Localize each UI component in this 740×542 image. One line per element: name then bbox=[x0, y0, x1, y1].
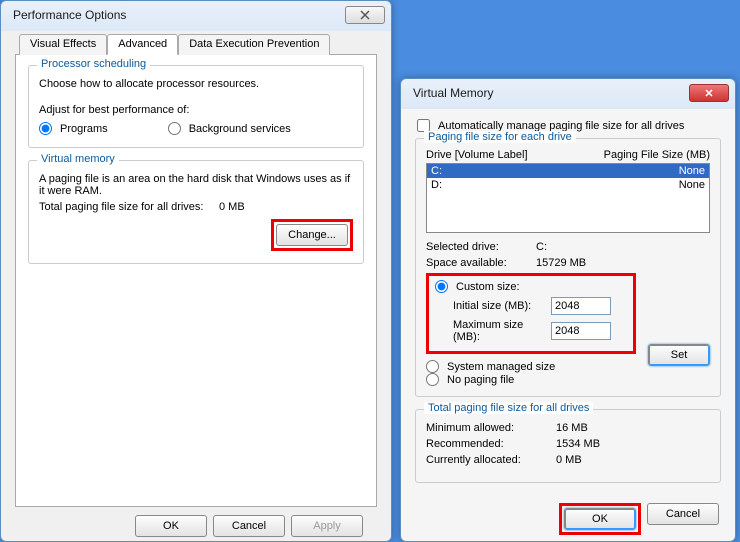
radio-programs-input[interactable] bbox=[39, 122, 52, 135]
group-title: Paging file size for each drive bbox=[424, 131, 576, 143]
currently-allocated-value: 0 MB bbox=[556, 454, 582, 466]
recommended-value: 1534 MB bbox=[556, 438, 600, 450]
radio-nopf-input[interactable] bbox=[426, 373, 439, 386]
radio-custom-label: Custom size: bbox=[456, 281, 520, 293]
space-available-value: 15729 MB bbox=[536, 257, 586, 269]
drive-cell: C: bbox=[431, 165, 679, 177]
cancel-button[interactable]: Cancel bbox=[213, 515, 285, 537]
col-size: Paging File Size (MB) bbox=[604, 149, 710, 161]
group-title: Processor scheduling bbox=[37, 58, 150, 70]
performance-options-window: Performance Options Visual Effects Advan… bbox=[0, 0, 392, 542]
radio-bgservices-label: Background services bbox=[189, 123, 291, 135]
list-item[interactable]: C: None bbox=[427, 164, 709, 178]
size-cell: None bbox=[679, 179, 705, 191]
virtual-memory-group: Virtual memory A paging file is an area … bbox=[28, 160, 364, 264]
close-button[interactable]: ✕ bbox=[689, 84, 729, 102]
apply-button[interactable]: Apply bbox=[291, 515, 363, 537]
total-group: Total paging file size for all drives Mi… bbox=[415, 409, 721, 483]
col-drive: Drive [Volume Label] bbox=[426, 149, 604, 161]
drive-cell: D: bbox=[431, 179, 679, 191]
proc-desc: Choose how to allocate processor resourc… bbox=[39, 78, 353, 90]
titlebar[interactable]: Virtual Memory ✕ bbox=[401, 79, 735, 107]
highlight-change: Change... bbox=[271, 219, 353, 251]
radio-bgservices[interactable]: Background services bbox=[168, 122, 291, 135]
min-allowed-label: Minimum allowed: bbox=[426, 422, 556, 434]
tab-bar: Visual Effects Advanced Data Execution P… bbox=[15, 33, 377, 55]
tab-dep[interactable]: Data Execution Prevention bbox=[178, 34, 330, 55]
space-available-label: Space available: bbox=[426, 257, 536, 269]
highlight-ok: OK bbox=[559, 503, 641, 535]
radio-programs[interactable]: Programs bbox=[39, 122, 108, 135]
group-title: Virtual memory bbox=[37, 153, 119, 165]
vm-total-label: Total paging file size for all drives: bbox=[39, 201, 219, 213]
radio-programs-label: Programs bbox=[60, 123, 108, 135]
radio-nopf-label: No paging file bbox=[447, 374, 514, 386]
close-icon bbox=[360, 10, 370, 20]
radio-no-paging-file[interactable]: No paging file bbox=[426, 373, 710, 386]
selected-drive-value: C: bbox=[536, 241, 547, 253]
dialog-buttons: OK Cancel bbox=[415, 495, 721, 535]
initial-size-label: Initial size (MB): bbox=[435, 300, 545, 312]
vm-desc: A paging file is an area on the hard dis… bbox=[39, 173, 353, 197]
ok-button[interactable]: OK bbox=[135, 515, 207, 537]
radio-custom-input[interactable] bbox=[435, 280, 448, 293]
radio-sysman-label: System managed size bbox=[447, 361, 555, 373]
drive-list[interactable]: C: None D: None bbox=[426, 163, 710, 233]
vm-total-value: 0 MB bbox=[219, 201, 245, 213]
radio-custom-size[interactable]: Custom size: bbox=[435, 280, 627, 293]
maximum-size-label: Maximum size (MB): bbox=[435, 319, 545, 343]
ok-button[interactable]: OK bbox=[564, 508, 636, 530]
currently-allocated-label: Currently allocated: bbox=[426, 454, 556, 466]
virtual-memory-window: Virtual Memory ✕ Automatically manage pa… bbox=[400, 78, 736, 542]
tab-panel-advanced: Processor scheduling Choose how to alloc… bbox=[15, 55, 377, 507]
tab-visual-effects[interactable]: Visual Effects bbox=[19, 34, 107, 55]
tab-advanced[interactable]: Advanced bbox=[107, 34, 178, 55]
auto-manage-label: Automatically manage paging file size fo… bbox=[438, 120, 684, 132]
set-button[interactable]: Set bbox=[648, 344, 710, 366]
selected-drive-label: Selected drive: bbox=[426, 241, 536, 253]
titlebar[interactable]: Performance Options bbox=[1, 1, 391, 29]
dialog-buttons: OK Cancel Apply bbox=[15, 507, 377, 537]
proc-adjust: Adjust for best performance of: bbox=[39, 104, 353, 116]
radio-bgservices-input[interactable] bbox=[168, 122, 181, 135]
window-title: Performance Options bbox=[13, 8, 345, 22]
group-title: Total paging file size for all drives bbox=[424, 402, 593, 414]
min-allowed-value: 16 MB bbox=[556, 422, 588, 434]
cancel-button[interactable]: Cancel bbox=[647, 503, 719, 525]
processor-scheduling-group: Processor scheduling Choose how to alloc… bbox=[28, 65, 364, 148]
change-button[interactable]: Change... bbox=[276, 224, 348, 246]
recommended-label: Recommended: bbox=[426, 438, 556, 450]
highlight-custom-size: Custom size: Initial size (MB): Maximum … bbox=[426, 273, 636, 354]
size-cell: None bbox=[679, 165, 705, 177]
each-drive-group: Paging file size for each drive Drive [V… bbox=[415, 138, 721, 397]
list-item[interactable]: D: None bbox=[427, 178, 709, 192]
initial-size-input[interactable] bbox=[551, 297, 611, 315]
maximum-size-input[interactable] bbox=[551, 322, 611, 340]
radio-sysman-input[interactable] bbox=[426, 360, 439, 373]
window-title: Virtual Memory bbox=[413, 86, 689, 100]
close-button[interactable] bbox=[345, 6, 385, 24]
